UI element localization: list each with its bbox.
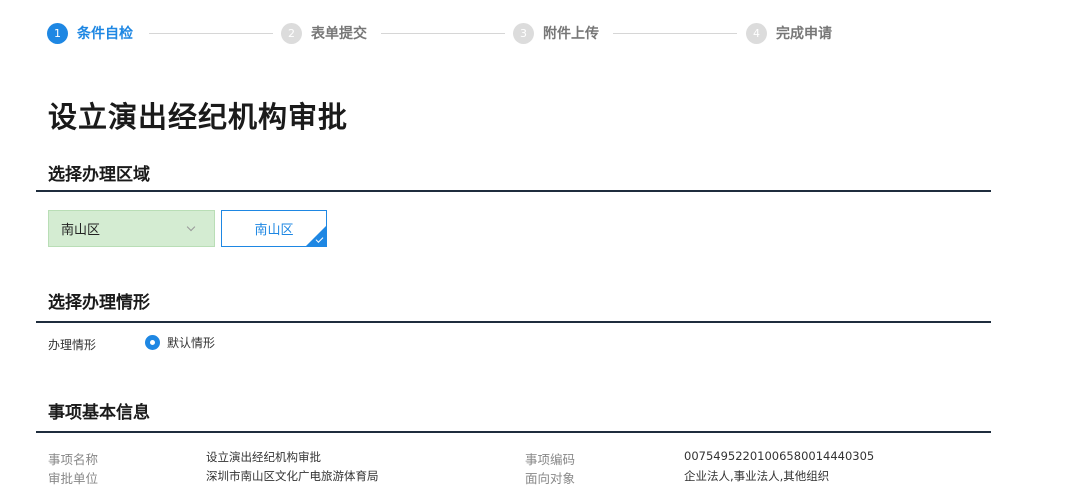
step-connector — [381, 33, 505, 34]
step-3: 3 附件上传 — [513, 21, 599, 45]
section-divider — [36, 431, 991, 433]
situation-label: 办理情形 — [48, 338, 97, 352]
step-3-label: 附件上传 — [543, 26, 599, 42]
step-3-number: 3 — [513, 22, 534, 44]
step-2-number: 2 — [281, 22, 302, 44]
radio-default-label: 默认情形 — [167, 336, 216, 350]
step-4-label: 完成申请 — [776, 26, 832, 42]
selected-region-label: 南山区 — [254, 223, 294, 238]
info-section-title: 事项基本信息 — [48, 403, 150, 423]
approval-dept-value: 深圳市南山区文化广电旅游体育局 — [206, 469, 379, 483]
radio-default-situation[interactable]: 默认情形 — [145, 334, 215, 351]
step-1: 1 条件自检 — [47, 21, 133, 45]
step-1-label: 条件自检 — [77, 26, 133, 42]
selected-corner-marker — [306, 226, 326, 246]
item-code-key: 事项编码 — [525, 452, 576, 467]
target-audience-value: 企业法人,事业法人,其他组织 — [684, 469, 830, 483]
situation-section-title: 选择办理情形 — [48, 293, 150, 313]
step-1-number: 1 — [47, 22, 68, 44]
section-divider — [36, 321, 991, 323]
step-2: 2 表单提交 — [281, 21, 367, 45]
region-select[interactable]: 南山区 — [48, 210, 215, 247]
selected-region-tag[interactable]: 南山区 — [221, 210, 327, 247]
item-name-value: 设立演出经纪机构审批 — [206, 450, 321, 464]
step-4-number: 4 — [746, 22, 767, 44]
radio-checked-icon[interactable] — [145, 335, 160, 350]
step-2-label: 表单提交 — [311, 26, 367, 42]
region-select-value: 南山区 — [61, 223, 101, 238]
chevron-down-icon — [186, 222, 196, 231]
step-4: 4 完成申请 — [746, 21, 832, 45]
approval-dept-key: 审批单位 — [48, 471, 99, 486]
section-divider — [36, 190, 991, 192]
step-connector — [149, 33, 273, 34]
step-connector — [613, 33, 737, 34]
page-title: 设立演出经纪机构审批 — [48, 100, 349, 134]
item-code-value: 00754952201006580014440305 — [684, 449, 875, 463]
target-audience-key: 面向对象 — [525, 471, 576, 486]
region-section-title: 选择办理区域 — [48, 165, 150, 185]
item-name-key: 事项名称 — [48, 452, 99, 467]
